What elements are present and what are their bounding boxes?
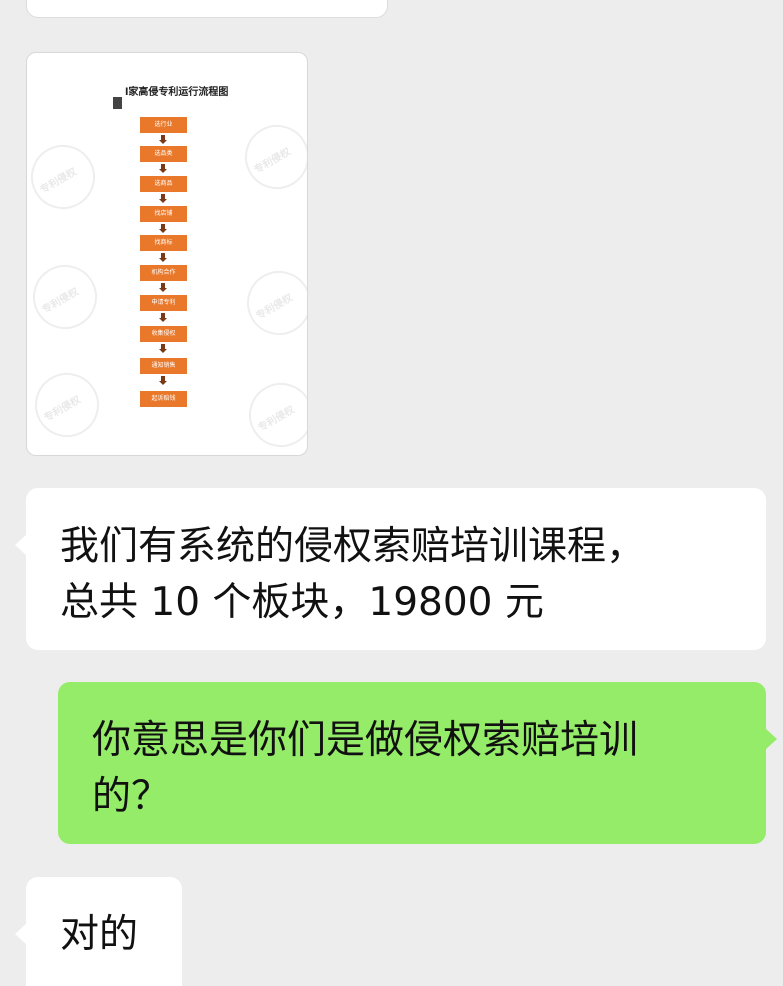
down-arrow-icon (159, 344, 167, 353)
outgoing-message-bubble[interactable]: 你意思是你们是做侵权索赔培训 的？ (58, 682, 777, 844)
flow-step: 收集侵权 (140, 326, 187, 342)
message-text-line: 的？ (92, 774, 171, 819)
incoming-message-bubble[interactable]: 对的 (15, 877, 182, 986)
flow-step: 通知销售 (140, 358, 187, 374)
bubble-tail (15, 923, 27, 945)
watermark: 专利侵权 (27, 253, 109, 341)
watermark: 专利侵权 (235, 259, 307, 347)
watermark: 专利侵权 (27, 133, 107, 221)
down-arrow-icon (159, 164, 167, 173)
previous-message-bubble[interactable] (26, 0, 388, 18)
flow-step: 选品类 (140, 146, 187, 162)
flow-step: 选商品 (140, 176, 187, 192)
bubble-tail (765, 728, 777, 750)
flow-step: 机构合作 (140, 265, 187, 281)
message-text-line: 对的 (60, 912, 139, 957)
flowchart-title: l家高侵专利运行流程图 (125, 87, 229, 98)
flow-step: 选行业 (140, 117, 187, 133)
flow-step: 申请专利 (140, 295, 187, 311)
message-text-line: 总共 10 个板块，19800 元 (60, 580, 544, 625)
message-text-line: 你意思是你们是做侵权索赔培训 (92, 718, 639, 763)
down-arrow-icon (159, 224, 167, 233)
flow-step: 找店铺 (140, 206, 187, 222)
flow-step: 起诉赔钱 (140, 391, 187, 407)
message-text-line: 我们有系统的侵权索赔培训课程， (60, 524, 646, 569)
incoming-message-bubble[interactable]: 我们有系统的侵权索赔培训课程， 总共 10 个板块，19800 元 (15, 488, 766, 650)
image-message-flowchart[interactable]: 专利侵权 专利侵权 专利侵权 专利侵权 专利侵权 专利侵权 l家高侵专利运行流程… (26, 52, 308, 456)
cursor-mark (113, 97, 122, 109)
watermark: 专利侵权 (233, 113, 307, 201)
down-arrow-icon (159, 135, 167, 144)
flow-step: 找商标 (140, 235, 187, 251)
bubble-tail (15, 534, 27, 556)
watermark: 专利侵权 (237, 371, 307, 455)
down-arrow-icon (159, 283, 167, 292)
down-arrow-icon (159, 194, 167, 203)
down-arrow-icon (159, 313, 167, 322)
chat-view: 专利侵权 专利侵权 专利侵权 专利侵权 专利侵权 专利侵权 l家高侵专利运行流程… (0, 0, 783, 986)
watermark: 专利侵权 (27, 361, 111, 449)
down-arrow-icon (159, 253, 167, 262)
down-arrow-icon (159, 376, 167, 385)
